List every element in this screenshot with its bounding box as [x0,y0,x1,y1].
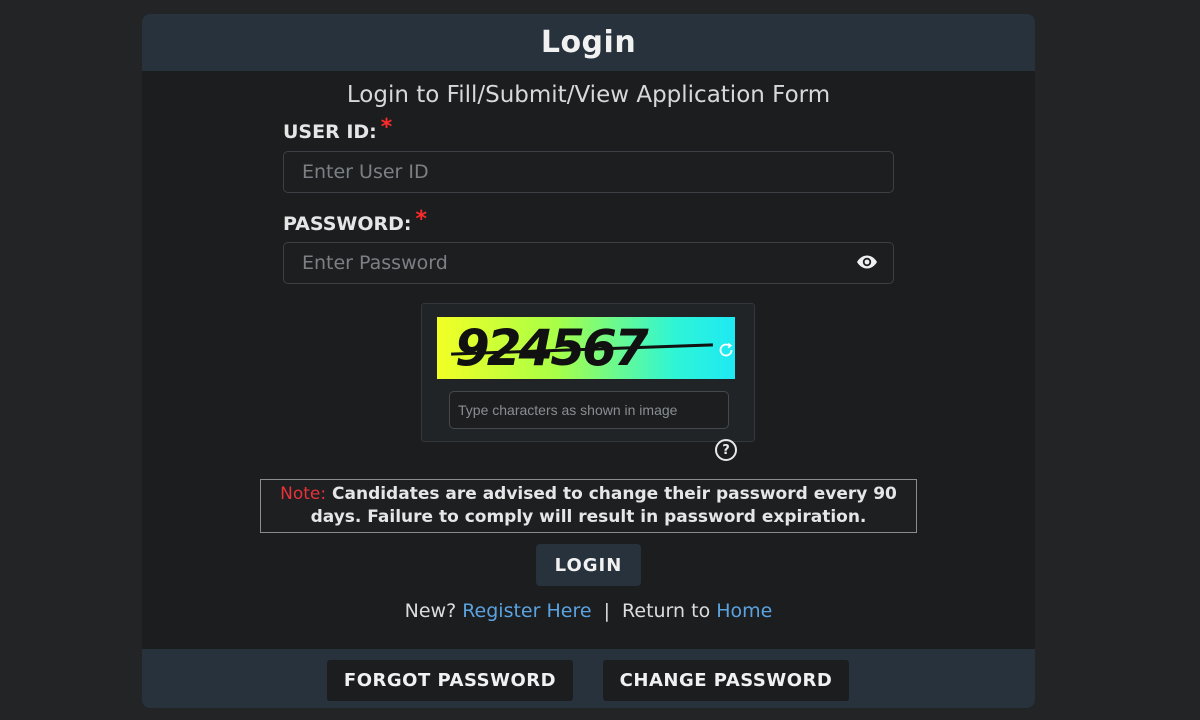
link-separator: | [603,600,610,622]
required-mark: * [380,115,393,140]
note-text: Candidates are advised to change their p… [310,484,897,527]
forgot-password-button[interactable]: FORGOT PASSWORD [327,660,573,701]
note-label: Note: [280,484,327,504]
required-mark: * [415,207,428,232]
change-password-button[interactable]: CHANGE PASSWORD [603,660,849,701]
password-label-text: PASSWORD: [283,213,412,235]
captcha-input[interactable] [449,391,729,429]
captcha-image: 924567 [437,317,735,379]
card-header: Login [142,14,1035,71]
card-footer: FORGOT PASSWORD CHANGE PASSWORD [142,649,1035,708]
question-circle-icon[interactable]: ? [715,439,737,461]
login-button[interactable]: LOGIN [536,544,641,586]
user-id-label: USER ID: * [283,115,392,144]
user-id-label-text: USER ID: [283,121,377,143]
new-prefix: New? [404,600,457,622]
form-subtitle: Login to Fill/Submit/View Application Fo… [346,82,831,108]
page-title: Login [540,25,637,60]
captcha-panel: 924567 [421,303,755,442]
auth-links: New? Register Here | Return to Home [142,600,1035,622]
eye-icon[interactable] [854,252,880,272]
user-id-input[interactable] [283,151,894,193]
return-prefix: Return to [622,600,711,622]
password-input[interactable] [283,242,894,284]
refresh-icon[interactable] [717,341,735,359]
home-link[interactable]: Home [716,600,772,622]
password-label: PASSWORD: * [283,207,427,236]
password-note: Note: Candidates are advised to change t… [260,479,917,533]
login-card: Login Login to Fill/Submit/View Applicat… [142,14,1035,708]
register-link[interactable]: Register Here [462,600,591,622]
